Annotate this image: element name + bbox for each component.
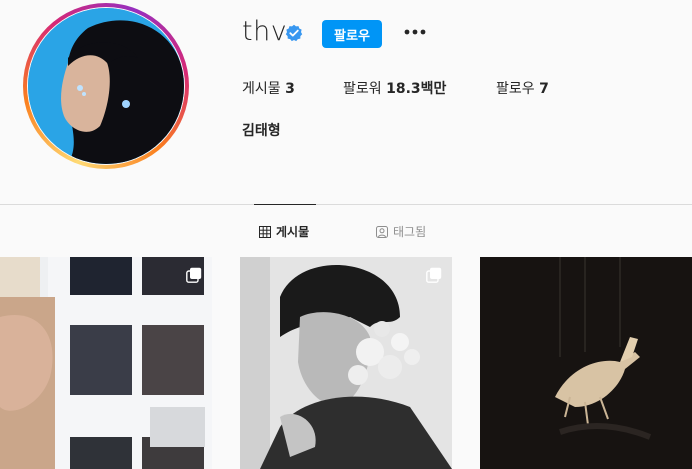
stat-followers-label: 팔로워 <box>343 81 382 97</box>
carousel-icon <box>186 267 202 283</box>
verified-badge-icon <box>285 24 303 42</box>
profile-username: thv <box>242 16 288 47</box>
post-image-2 <box>240 257 452 469</box>
post-image-1 <box>0 257 212 469</box>
post-image-3 <box>480 257 692 469</box>
post-tile-3[interactable] <box>480 257 692 469</box>
stat-posts-label: 게시물 <box>242 81 281 97</box>
stat-following-value: 7 <box>539 81 549 97</box>
more-options-icon[interactable] <box>404 28 426 36</box>
post-tile-2[interactable] <box>240 257 452 469</box>
profile-full-name: 김태형 <box>242 123 281 139</box>
stat-posts-value: 3 <box>285 81 295 97</box>
stat-followers[interactable]: 팔로워 18.3백만 <box>343 78 446 98</box>
avatar-photo <box>28 8 184 164</box>
profile-avatar[interactable] <box>23 3 189 169</box>
post-tile-1[interactable] <box>0 257 212 469</box>
tab-tagged[interactable]: 태그됨 <box>376 223 426 240</box>
stat-followers-value: 18.3백만 <box>386 81 447 97</box>
carousel-icon <box>426 267 442 283</box>
avatar-image <box>28 8 184 164</box>
stat-following-label: 팔로우 <box>496 81 535 97</box>
tabs-divider <box>0 204 692 205</box>
stat-posts: 게시물 3 <box>242 78 295 98</box>
stat-following[interactable]: 팔로우 7 <box>496 78 549 98</box>
active-tab-indicator <box>254 204 316 205</box>
follow-button[interactable]: 팔로우 <box>322 20 382 48</box>
tab-posts-label: 게시물 <box>276 225 310 239</box>
tab-tagged-label: 태그됨 <box>393 225 427 239</box>
tab-posts[interactable]: 게시물 <box>259 223 309 240</box>
tagged-icon <box>376 225 388 238</box>
grid-icon <box>259 225 271 238</box>
